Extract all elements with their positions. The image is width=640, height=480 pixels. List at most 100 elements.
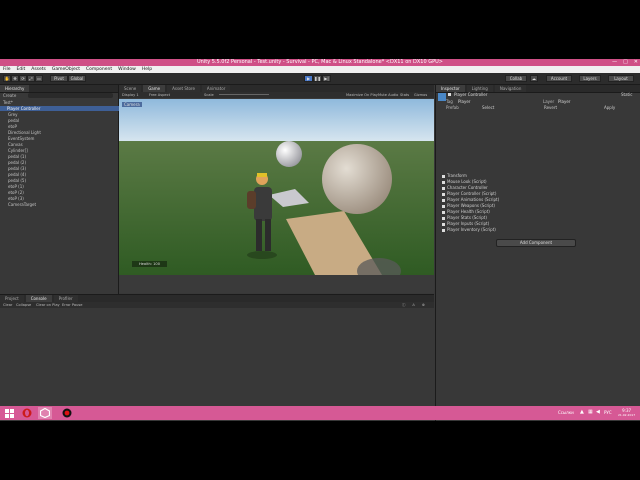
menu-help[interactable]: Help bbox=[142, 66, 152, 73]
hierarchy-item[interactable]: Canvas bbox=[8, 142, 23, 147]
layer-dropdown[interactable]: Player bbox=[558, 99, 570, 104]
hierarchy-item[interactable]: etoP (1) bbox=[8, 184, 24, 189]
maximize-on-play-toggle[interactable]: Maximize On Play bbox=[346, 92, 378, 98]
prefab-revert-button[interactable]: Revert bbox=[544, 105, 557, 110]
tab-scene[interactable]: Scene bbox=[119, 85, 142, 92]
pause-button[interactable]: ❚❚ bbox=[313, 75, 322, 82]
play-button[interactable]: ▶ bbox=[304, 75, 313, 82]
cloud-icon[interactable]: ☁ bbox=[530, 75, 538, 82]
hierarchy-item[interactable]: Directional Light bbox=[8, 130, 41, 135]
hand-tool-icon[interactable]: ✋ bbox=[3, 75, 11, 82]
stats-toggle[interactable]: Stats bbox=[400, 92, 409, 98]
add-component-button[interactable]: Add Component bbox=[496, 239, 576, 247]
warning-icon[interactable]: ⚠ bbox=[412, 302, 415, 308]
recorder-icon[interactable] bbox=[60, 407, 74, 419]
tab-profiler[interactable]: Profiler bbox=[53, 295, 78, 302]
object-name-field[interactable]: Player Controller bbox=[454, 92, 487, 97]
menu-component[interactable]: Component bbox=[86, 66, 112, 73]
mute-audio-toggle[interactable]: Mute Audio bbox=[378, 92, 398, 98]
component-checkbox[interactable] bbox=[442, 198, 445, 202]
tray-links[interactable]: Ссылки bbox=[558, 410, 574, 415]
prefab-apply-button[interactable]: Apply bbox=[604, 105, 615, 110]
static-checkbox[interactable]: Static bbox=[621, 92, 632, 97]
info-icon[interactable]: ⓘ bbox=[402, 302, 406, 308]
component-checkbox[interactable] bbox=[442, 192, 445, 196]
collab-button[interactable]: Collab bbox=[505, 75, 527, 82]
opera-icon[interactable] bbox=[20, 407, 34, 419]
step-button[interactable]: ▶| bbox=[322, 75, 331, 82]
tab-navigation[interactable]: Navigation bbox=[494, 85, 527, 92]
component-checkbox[interactable] bbox=[442, 204, 445, 208]
tab-console[interactable]: Console bbox=[25, 295, 52, 302]
layers-dropdown[interactable]: Layers bbox=[579, 75, 601, 82]
network-icon[interactable]: ▦ bbox=[588, 409, 593, 415]
menu-assets[interactable]: Assets bbox=[31, 66, 46, 73]
hierarchy-create-button[interactable]: Create bbox=[3, 93, 16, 98]
gizmos-dropdown[interactable]: Gizmos bbox=[414, 92, 427, 98]
rect-tool-icon[interactable]: ▭ bbox=[35, 75, 43, 82]
component-checkbox[interactable] bbox=[442, 210, 445, 214]
aspect-dropdown[interactable]: Free Aspect bbox=[149, 92, 170, 98]
account-dropdown[interactable]: Account bbox=[546, 75, 572, 82]
hierarchy-item-scene[interactable]: Test* bbox=[3, 100, 13, 105]
menu-edit[interactable]: Edit bbox=[17, 66, 26, 73]
maximize-button[interactable]: □ bbox=[623, 59, 628, 66]
prefab-select-button[interactable]: Select bbox=[482, 105, 494, 110]
menu-window[interactable]: Window bbox=[118, 66, 136, 73]
menu-gameobject[interactable]: GameObject bbox=[52, 66, 80, 73]
tab-hierarchy[interactable]: Hierarchy bbox=[0, 85, 30, 92]
hierarchy-item[interactable]: pedal bbox=[8, 118, 19, 123]
hierarchy-item[interactable]: etoP (2) bbox=[8, 190, 24, 195]
menu-file[interactable]: File bbox=[3, 66, 11, 73]
hierarchy-item[interactable]: CameraTarget bbox=[8, 202, 36, 207]
hierarchy-item[interactable]: pedal (1) bbox=[8, 154, 26, 159]
pivot-toggle[interactable]: Pivot bbox=[50, 75, 68, 82]
volume-icon[interactable]: ◀ bbox=[596, 409, 600, 415]
global-toggle[interactable]: Global bbox=[68, 75, 86, 82]
tab-inspector[interactable]: Inspector bbox=[436, 85, 465, 92]
clear-on-play-button[interactable]: Clear on Play bbox=[36, 302, 60, 308]
layout-dropdown[interactable]: Layout bbox=[608, 75, 634, 82]
hierarchy-item[interactable]: pedal (2) bbox=[8, 160, 26, 165]
component-checkbox[interactable] bbox=[442, 228, 445, 232]
component-checkbox[interactable] bbox=[442, 174, 445, 178]
close-button[interactable]: ✕ bbox=[634, 59, 638, 66]
tab-lighting[interactable]: Lighting bbox=[466, 85, 493, 92]
rotate-tool-icon[interactable]: ⟳ bbox=[19, 75, 27, 82]
hierarchy-item[interactable]: pedal (5) bbox=[8, 178, 26, 183]
tray-chevron-icon[interactable]: ▲ bbox=[580, 409, 584, 415]
component-checkbox[interactable] bbox=[442, 186, 445, 190]
clock[interactable]: 9:37 21.02.2017 bbox=[618, 408, 635, 417]
scale-tool-icon[interactable]: ⤢ bbox=[27, 75, 35, 82]
unity-icon[interactable] bbox=[38, 407, 52, 419]
error-pause-button[interactable]: Error Pause bbox=[62, 302, 82, 308]
hierarchy-item[interactable]: etoP bbox=[8, 124, 17, 129]
language-indicator[interactable]: РУС bbox=[604, 410, 612, 415]
hierarchy-item[interactable]: EventSystem bbox=[8, 136, 34, 141]
component-player-inventory[interactable]: Player Inventory (Script) bbox=[440, 227, 630, 233]
hierarchy-item[interactable]: Cylinder[] bbox=[8, 148, 28, 153]
error-icon[interactable]: ⊗ bbox=[422, 302, 425, 308]
collapse-button[interactable]: Collapse bbox=[16, 302, 31, 308]
display-dropdown[interactable]: Display 1 bbox=[122, 92, 139, 98]
tab-game[interactable]: Game bbox=[143, 85, 166, 92]
game-viewport[interactable]: Camera Health: 100 bbox=[119, 99, 434, 275]
hierarchy-item-player-controller[interactable]: Player Controller bbox=[0, 106, 122, 111]
tag-dropdown[interactable]: Player bbox=[458, 99, 470, 104]
hierarchy-item[interactable]: pedal (3) bbox=[8, 166, 26, 171]
minimize-button[interactable]: — bbox=[612, 59, 617, 66]
windows-start-icon[interactable] bbox=[2, 407, 16, 419]
hierarchy-search-input[interactable] bbox=[28, 93, 113, 98]
component-checkbox[interactable] bbox=[442, 180, 445, 184]
component-checkbox[interactable] bbox=[442, 216, 445, 220]
tab-asset-store[interactable]: Asset Store bbox=[167, 85, 200, 92]
tab-project[interactable]: Project bbox=[0, 295, 24, 302]
hierarchy-item[interactable]: Grey bbox=[8, 112, 17, 117]
active-checkbox[interactable] bbox=[448, 93, 451, 96]
hierarchy-item[interactable]: pedal (4) bbox=[8, 172, 26, 177]
clear-button[interactable]: Clear bbox=[3, 302, 12, 308]
tab-animator[interactable]: Animator bbox=[201, 85, 231, 92]
scale-slider[interactable] bbox=[219, 94, 269, 95]
hierarchy-item[interactable]: etoP (3) bbox=[8, 196, 24, 201]
component-checkbox[interactable] bbox=[442, 222, 445, 226]
